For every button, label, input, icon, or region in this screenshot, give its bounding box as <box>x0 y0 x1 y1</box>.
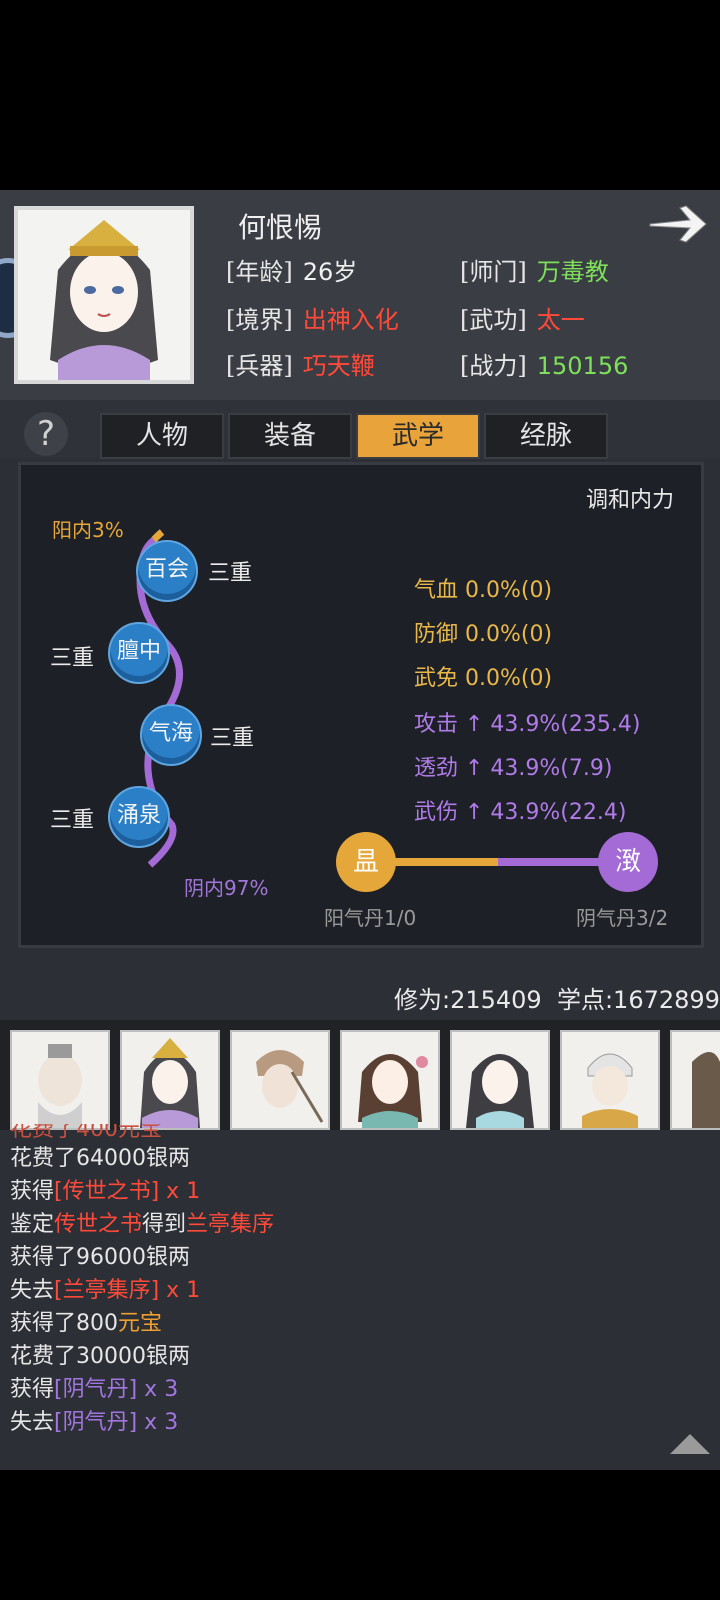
age-value: 26岁 <box>302 258 358 286</box>
log-line: 获得[阴气丹] x 3 <box>10 1371 710 1404</box>
party-member-6[interactable] <box>560 1030 660 1130</box>
bonus-attack: 攻击 ↑ 43.9%(235.4) <box>414 712 641 737</box>
meridian-danzhong[interactable]: 膻中 <box>108 622 170 684</box>
realm-stat: [境界] 出神入化 <box>226 300 399 335</box>
meridian-qihai-level: 三重 <box>210 726 255 751</box>
party-member-3[interactable] <box>230 1030 330 1130</box>
party-member-7[interactable] <box>670 1030 720 1130</box>
party-member-5[interactable] <box>450 1030 550 1130</box>
character-portrait[interactable] <box>14 206 194 384</box>
meridian-baihui[interactable]: 百会 <box>136 540 198 602</box>
bonus-hp: 气血 0.0%(0) <box>414 578 553 603</box>
sect-value: 万毒教 <box>536 258 609 286</box>
skill-value: 太一 <box>536 306 585 334</box>
yang-pill-caption: 阳气丹1/0 <box>324 906 417 930</box>
yin-pill-button[interactable]: 㴛 <box>598 832 658 892</box>
power-value: 150156 <box>536 352 629 380</box>
meridian-yongquan-level: 三重 <box>50 808 95 833</box>
bonus-defense: 防御 0.0%(0) <box>414 622 553 647</box>
help-icon[interactable]: ? <box>24 412 68 456</box>
log-segment: 传世之书 <box>54 1212 143 1237</box>
realm-label: [境界] <box>226 306 293 334</box>
log-segment: x 3 <box>137 1377 179 1402</box>
log-segment: 兰亭集序 <box>186 1212 275 1237</box>
log-segment: x 1 <box>159 1278 201 1303</box>
arrow-right-icon[interactable] <box>646 202 710 246</box>
log-segment: 失去 <box>10 1410 55 1435</box>
skill-stat: [武功] 太一 <box>460 300 585 335</box>
log-segment: 获得 <box>10 1377 55 1402</box>
log-segment: [传世之书] <box>54 1179 160 1204</box>
sect-stat: [师门] 万毒教 <box>460 252 609 287</box>
yin-pill-bar <box>498 858 602 866</box>
bonus-martial-damage: 武伤 ↑ 43.9%(22.4) <box>414 800 627 825</box>
log-line: 失去[兰亭集序] x 1 <box>10 1272 710 1305</box>
party-member-1[interactable] <box>10 1030 110 1130</box>
weapon-stat: [兵器] 巧天鞭 <box>226 346 375 381</box>
character-name: 何恨惕 <box>238 211 323 244</box>
tab-equipment[interactable]: 装备 <box>228 413 352 459</box>
scroll-up-icon[interactable] <box>668 1432 712 1456</box>
event-log: 花费了64000银两 获得[传世之书] x 1 鉴定传世之书得到兰亭集序 获得了960… <box>10 1140 710 1437</box>
harmonize-energy-button[interactable]: 调和内力 <box>586 482 674 514</box>
power-label: [战力] <box>460 352 527 380</box>
log-segment: [阴气丹] <box>54 1410 138 1435</box>
log-segment: x 3 <box>137 1410 179 1435</box>
power-stat: [战力] 150156 <box>460 346 628 381</box>
weapon-label: [兵器] <box>226 352 293 380</box>
log-segment: 鉴定 <box>10 1212 55 1237</box>
log-segment: 获得了96000银两 <box>10 1245 190 1270</box>
weapon-value: 巧天鞭 <box>302 352 375 380</box>
tab-character[interactable]: 人物 <box>100 413 224 459</box>
log-segment: 得到 <box>142 1212 187 1237</box>
log-segment: x 1 <box>159 1179 201 1204</box>
log-partial-line: 花费了400元宝 <box>10 1124 162 1140</box>
skill-label: [武功] <box>460 306 527 334</box>
meridian-baihui-level: 三重 <box>208 561 253 586</box>
yang-pill-bar <box>392 858 498 866</box>
log-line: 获得了800元宝 <box>10 1305 710 1338</box>
bonus-penetration: 透劲 ↑ 43.9%(7.9) <box>414 756 613 781</box>
log-line: 获得[传世之书] x 1 <box>10 1173 710 1206</box>
log-segment: 花费了30000银两 <box>10 1344 190 1369</box>
tab-martial-arts[interactable]: 武学 <box>356 413 480 459</box>
age-label: [年龄] <box>226 258 293 286</box>
cultivation-points: 修为:215409 学点:1672899 <box>394 980 720 1015</box>
log-segment: [阴气丹] <box>54 1377 138 1402</box>
realm-value: 出神入化 <box>302 306 399 334</box>
meridian-yongquan[interactable]: 涌泉 <box>108 786 170 848</box>
log-segment: 获得了800 <box>10 1311 118 1336</box>
tab-meridians[interactable]: 经脉 <box>484 413 608 459</box>
bonus-martial-immunity: 武免 0.0%(0) <box>414 666 553 691</box>
log-segment: 获得 <box>10 1179 55 1204</box>
yang-pill-button[interactable]: 昷 <box>336 832 396 892</box>
cultivation-value: 修为:215409 <box>394 986 542 1014</box>
yin-energy-label: 阴内97% <box>184 876 269 900</box>
study-points-value: 学点:1672899 <box>556 986 720 1014</box>
party-member-2[interactable] <box>120 1030 220 1130</box>
sect-label: [师门] <box>460 258 527 286</box>
log-line: 鉴定传世之书得到兰亭集序 <box>10 1206 710 1239</box>
meridian-danzhong-level: 三重 <box>50 646 95 671</box>
log-line: 花费了64000银两 <box>10 1140 710 1173</box>
log-line: 获得了96000银两 <box>10 1239 710 1272</box>
party-member-4[interactable] <box>340 1030 440 1130</box>
log-segment: 元宝 <box>118 1311 163 1336</box>
log-line: 花费了30000银两 <box>10 1338 710 1371</box>
age-stat: [年龄] 26岁 <box>226 252 357 287</box>
log-segment: 失去 <box>10 1278 55 1303</box>
log-segment: [兰亭集序] <box>54 1278 160 1303</box>
meridian-qihai[interactable]: 气海 <box>140 704 202 766</box>
log-segment: 花费了64000银两 <box>10 1146 190 1171</box>
log-line: 失去[阴气丹] x 3 <box>10 1404 710 1437</box>
yin-pill-caption: 阴气丹3/2 <box>576 906 669 930</box>
